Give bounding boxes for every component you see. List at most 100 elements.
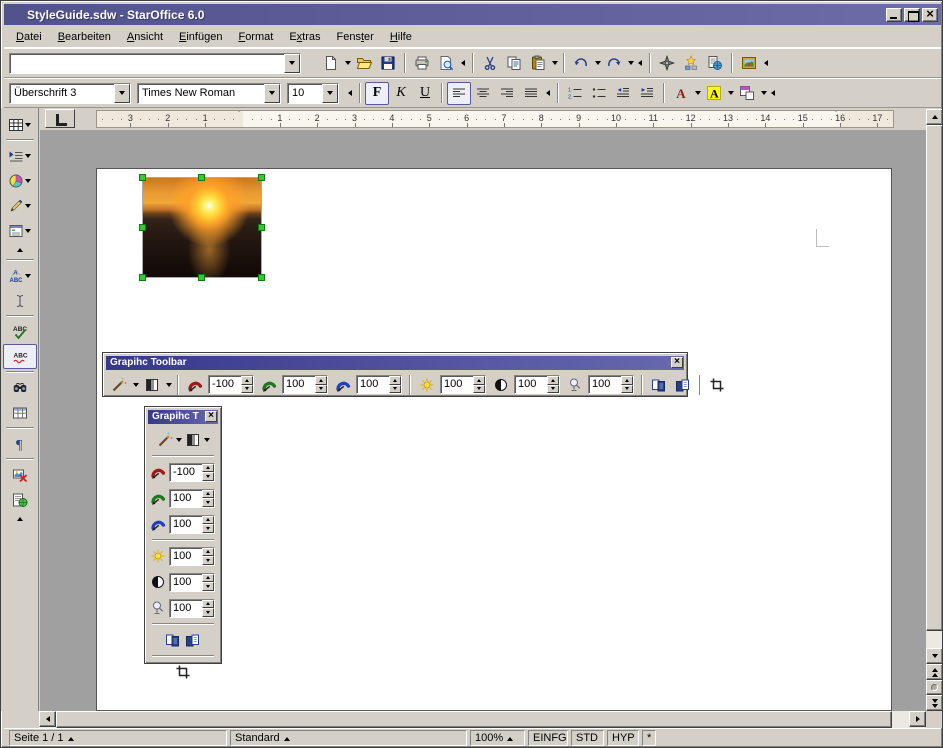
close-icon[interactable]: × [205,411,217,422]
toolbar-more-button[interactable] [761,52,771,75]
insert-table-button[interactable] [3,112,37,137]
previous-page-button[interactable] [926,664,943,680]
green-spinner-v-down-button[interactable] [202,498,214,507]
paste-dropdown-button[interactable] [550,52,559,75]
graphics-mode-button[interactable] [140,373,164,396]
resize-handle[interactable] [139,174,146,181]
gamma-icon[interactable] [148,597,168,620]
undo-dropdown-button[interactable] [593,52,602,75]
vertical-scroll-thumb[interactable] [926,125,943,631]
red-spinner-v[interactable]: -100 [169,463,215,482]
red-spinner[interactable]: -100 [208,375,254,394]
insert-graphics-button[interactable] [737,52,761,75]
green-spinner[interactable]: 100 [282,375,328,394]
flip-vertical-button[interactable] [671,373,695,396]
insert-mode-field[interactable]: EINFG [528,730,568,746]
horizontal-scrollbar[interactable] [39,711,926,728]
contrast-spinner-v-down-button[interactable] [202,582,214,591]
cut-button[interactable] [478,52,502,75]
page-number-field[interactable]: Seite 1 / 1 [9,730,227,746]
gamma-spinner-down-button[interactable] [621,385,633,394]
green-spinner-down-button[interactable] [315,385,327,394]
contrast-spinner-v[interactable]: 100 [169,573,215,592]
insert-fields-button[interactable] [3,143,37,168]
bullet-list-button[interactable] [587,82,611,105]
resize-handle[interactable] [198,174,205,181]
menu-bearbeiten[interactable]: Bearbeiten [50,28,119,46]
contrast-spinner-up-button[interactable] [547,376,559,385]
align-center-button[interactable] [471,82,495,105]
new-document-dropdown-button[interactable] [343,52,352,75]
autospellcheck-button[interactable]: ABC [3,344,37,369]
scroll-up-button[interactable] [926,109,943,125]
toolbar-scroll-button[interactable] [10,514,30,524]
flip-vertical-button[interactable] [183,629,203,652]
gamma-spinner-v-down-button[interactable] [202,608,214,617]
online-layout-button[interactable] [3,487,37,512]
vertical-scrollbar[interactable] [926,109,943,711]
italic-button[interactable]: K [389,82,413,105]
filter-button[interactable] [107,373,131,396]
menu-fenster[interactable]: Fenster [329,28,382,46]
gamma-spinner-v[interactable]: 100 [169,599,215,618]
nonprinting-characters-button[interactable]: ¶ [3,431,37,456]
insert-object-dropdown-button[interactable] [24,169,32,192]
copy-button[interactable] [502,52,526,75]
graphic-toolbar-floating[interactable]: Grapihc Toolbar × -100100100100100100 [102,352,688,397]
blue-spinner-down-button[interactable] [389,385,401,394]
blue-adjust-icon[interactable] [331,373,355,396]
font-name-combo-dropdown-button[interactable] [264,84,280,103]
form-functions-dropdown-button[interactable] [24,219,32,242]
gallery-button[interactable] [679,52,703,75]
open-button[interactable] [352,52,376,75]
increase-indent-button[interactable] [635,82,659,105]
crop-button[interactable] [173,661,193,684]
hyperlink-mode-field[interactable]: HYP [607,730,639,746]
green-adjust-icon[interactable] [257,373,281,396]
blue-spinner-up-button[interactable] [389,376,401,385]
underline-button[interactable]: U [413,82,437,105]
red-spinner-v-up-button[interactable] [202,464,214,473]
filter-button[interactable] [155,429,175,452]
contrast-spinner-v-up-button[interactable] [202,574,214,583]
red-adjust-icon[interactable] [183,373,207,396]
page-preview-button[interactable] [434,52,458,75]
scroll-down-button[interactable] [926,648,943,664]
navigation-dot-button[interactable] [926,680,943,695]
draw-functions-button[interactable] [3,193,37,218]
brightness-spinner-v-down-button[interactable] [202,556,214,565]
graphics-onoff-button[interactable] [3,462,37,487]
zoom-field[interactable]: 100% [470,730,525,746]
print-button[interactable] [410,52,434,75]
toolbar-more-button[interactable] [768,82,778,105]
right-margin-marker[interactable] [832,112,848,128]
graphics-mode-dropdown-button[interactable] [164,373,173,396]
resize-handle[interactable] [139,274,146,281]
red-adjust-icon[interactable] [148,461,168,484]
gamma-spinner[interactable]: 100 [588,375,634,394]
background-color-dropdown-button[interactable] [759,82,768,105]
brightness-spinner-v[interactable]: 100 [169,547,215,566]
next-page-button[interactable] [926,695,943,711]
gamma-spinner-v-up-button[interactable] [202,600,214,609]
paste-button[interactable] [526,52,550,75]
green-spinner-v-up-button[interactable] [202,490,214,499]
undo-button[interactable] [569,52,593,75]
red-spinner-up-button[interactable] [241,376,253,385]
font-color-dropdown-button[interactable] [693,82,702,105]
autotext-button[interactable]: AABC [3,263,37,288]
resize-handle[interactable] [198,274,205,281]
close-button[interactable] [922,8,938,22]
scroll-left-button[interactable] [39,711,56,727]
menu-extras[interactable]: Extras [281,28,328,46]
resize-handle[interactable] [258,274,265,281]
brightness-spinner-v-up-button[interactable] [202,548,214,557]
toolbar-scroll-button[interactable] [10,245,30,255]
font-size-combo[interactable]: 10 [287,83,339,104]
gamma-spinner-up-button[interactable] [621,376,633,385]
blue-spinner[interactable]: 100 [356,375,402,394]
direct-cursor-button[interactable] [3,288,37,313]
resize-handle[interactable] [258,224,265,231]
contrast-icon[interactable] [489,373,513,396]
graphic-toolbar-floating-vertical[interactable]: Grapihc T × -100100100100100100 [144,406,222,664]
